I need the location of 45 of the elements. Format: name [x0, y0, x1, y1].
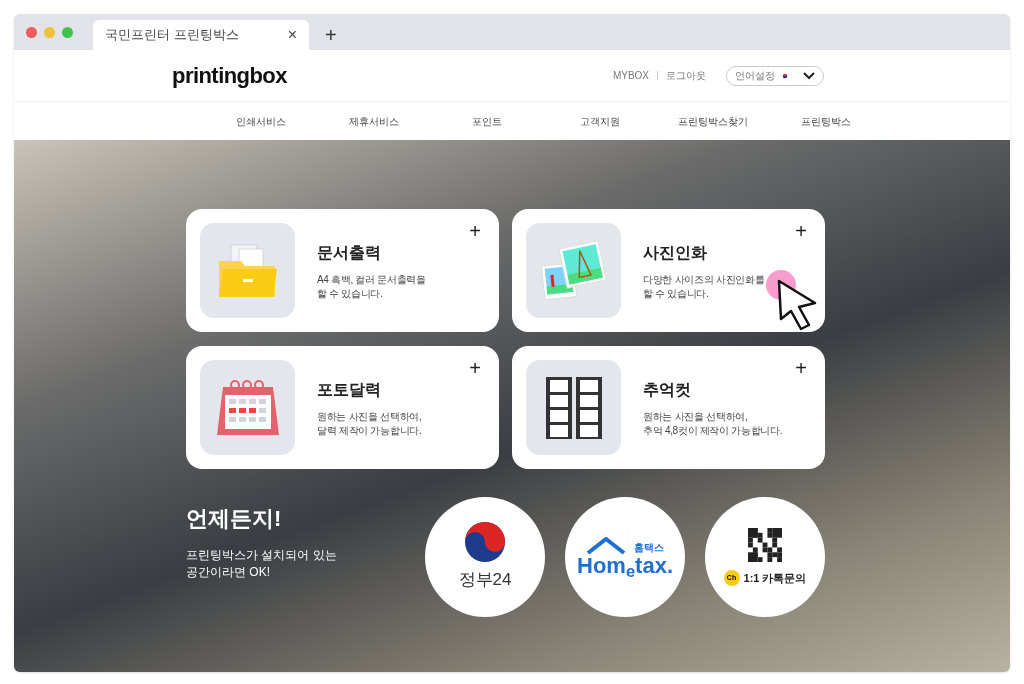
service-card[interactable]: 추억컷 원하는 사진을 선택하여, 추억 4,8컷이 제작이 가능합니다. + [512, 346, 825, 469]
service-title: 포토달력 [317, 379, 382, 400]
house-roof-icon [586, 537, 626, 555]
header-link[interactable]: MYBOX [612, 68, 649, 83]
service-title: 사진인화 [643, 242, 708, 263]
new-tab-button[interactable]: + [317, 20, 345, 50]
service-title: 문서출력 [317, 242, 382, 263]
service-logo-text: Hom$_{e}$tax. [577, 555, 673, 577]
nav-link[interactable]: 프린팅박스찾기 [656, 113, 769, 129]
film-strip-icon [545, 376, 602, 439]
browser-tab[interactable]: 국민프린터 프린팅박스 × [93, 20, 309, 50]
service-logo-text: 정부24 [458, 569, 512, 592]
photos-icon [540, 239, 607, 302]
service-card[interactable]: 문서출력 A4 흑백, 컬러 문서출력을 할 수 있습니다. + [186, 209, 499, 332]
service-logo-text: 1:1 카톡문의 [743, 570, 807, 586]
service-title: 추억컷 [643, 379, 692, 400]
tab-title: 국민프린터 프린팅박스 [105, 26, 239, 45]
service-description: A4 흑백, 컬러 문서출력을 할 수 있습니다. [317, 272, 426, 301]
service-description: 원하는 사진을 선택하여, 달력 제작이 가능합니다. [317, 409, 422, 438]
shortcut-button[interactable]: 정부24 [425, 497, 545, 617]
tab-close-button[interactable]: × [287, 23, 297, 47]
calendar-icon [214, 378, 281, 437]
shortcut-button[interactable]: 홈택스 Hom$_{e}$tax. [565, 497, 685, 617]
site-logo[interactable]: printingbox [172, 59, 287, 92]
service-card[interactable]: 포토달력 원하는 사진을 선택하여, 달력 제작이 가능합니다. + [186, 346, 499, 469]
plus-icon[interactable]: + [795, 221, 807, 241]
plus-icon[interactable]: + [795, 358, 807, 378]
nav-link[interactable]: 포인트 [430, 113, 543, 129]
qr-code-icon [748, 527, 782, 562]
service-logo-subtext: 홈택스 [634, 541, 664, 555]
nav-link[interactable]: 프린팅박스 [769, 113, 882, 129]
plus-icon[interactable]: + [469, 221, 481, 241]
service-description: 다양한 사이즈의 사진인화를 할 수 있습니다. [643, 272, 765, 301]
service-description: 원하는 사진을 선택하여, 추억 4,8컷이 제작이 가능합니다. [643, 409, 783, 438]
promo-text: 프린팅박스가 설치되어 있는 공간이라면 OK! [186, 547, 338, 581]
service-card[interactable]: 사진인화 다양한 사이즈의 사진인화를 할 수 있습니다. + [512, 209, 825, 332]
nav-link[interactable]: 제휴서비스 [317, 113, 430, 129]
promo-headline: 언제든지! [186, 505, 283, 533]
nav-link[interactable]: 고객지원 [543, 113, 656, 129]
nav-link[interactable]: 인쇄서비스 [204, 113, 317, 129]
header-link[interactable]: 로그아웃 [666, 68, 706, 83]
taegeuk-logo-icon [464, 521, 506, 564]
folder-icon [216, 242, 279, 299]
plus-icon[interactable]: + [469, 358, 481, 378]
chevron-down-icon [803, 71, 815, 80]
